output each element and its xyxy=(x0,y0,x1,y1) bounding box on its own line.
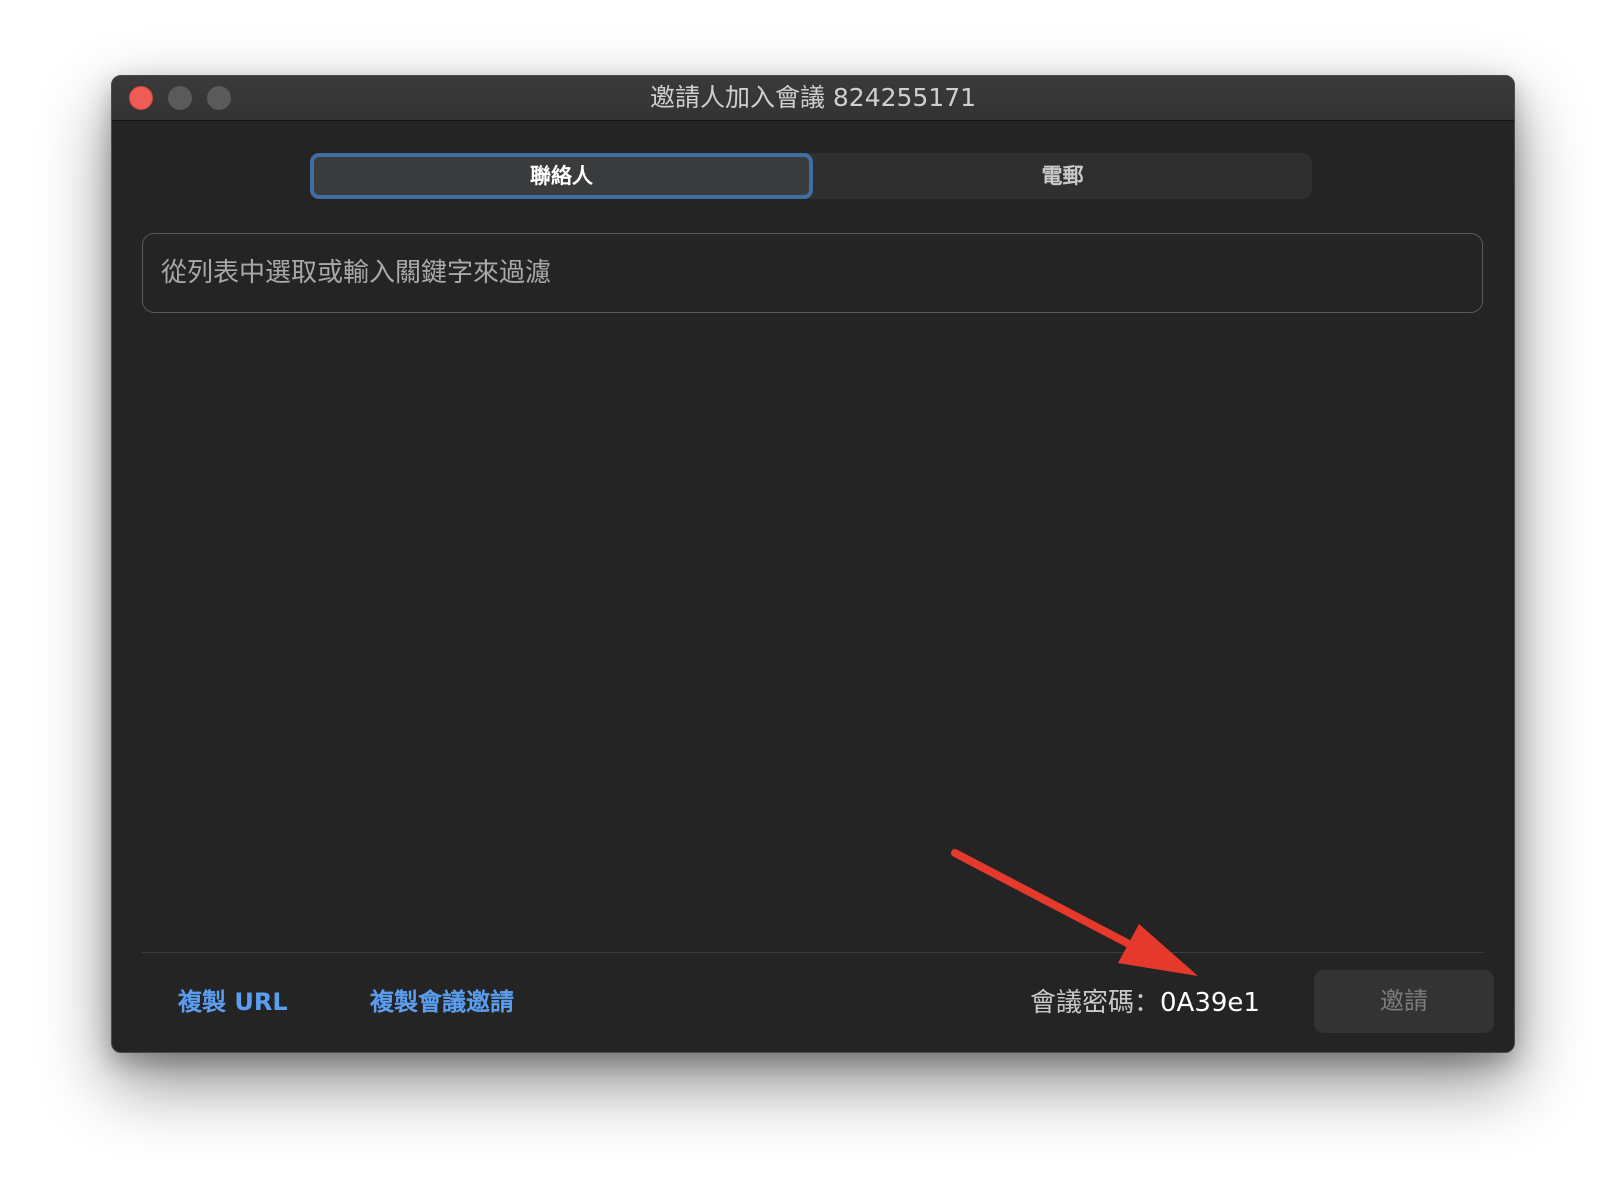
tab-email[interactable]: 電郵 xyxy=(813,153,1312,199)
title-bar[interactable]: 邀請人加入會議 824255171 xyxy=(112,76,1514,121)
passcode-value: 0A39e1 xyxy=(1160,988,1260,1018)
copy-invitation-button[interactable]: 複製會議邀請 xyxy=(370,987,514,1017)
footer-divider xyxy=(142,952,1483,953)
copy-url-button[interactable]: 複製 URL xyxy=(178,987,288,1017)
invite-window: 邀請人加入會議 824255171 聯絡人 電郵 複製 URL 複製會議邀請 會… xyxy=(111,75,1515,1053)
meeting-passcode: 會議密碼：0A39e1 xyxy=(1030,986,1260,1020)
invite-button[interactable]: 邀請 xyxy=(1314,970,1494,1033)
contact-list[interactable] xyxy=(142,326,1483,916)
window-title: 邀請人加入會議 824255171 xyxy=(649,83,977,112)
invite-method-tabs: 聯絡人 電郵 xyxy=(310,153,1312,199)
contact-filter-input[interactable] xyxy=(142,233,1483,313)
tab-contacts[interactable]: 聯絡人 xyxy=(310,153,813,199)
passcode-label: 會議密碼： xyxy=(1030,988,1161,1018)
